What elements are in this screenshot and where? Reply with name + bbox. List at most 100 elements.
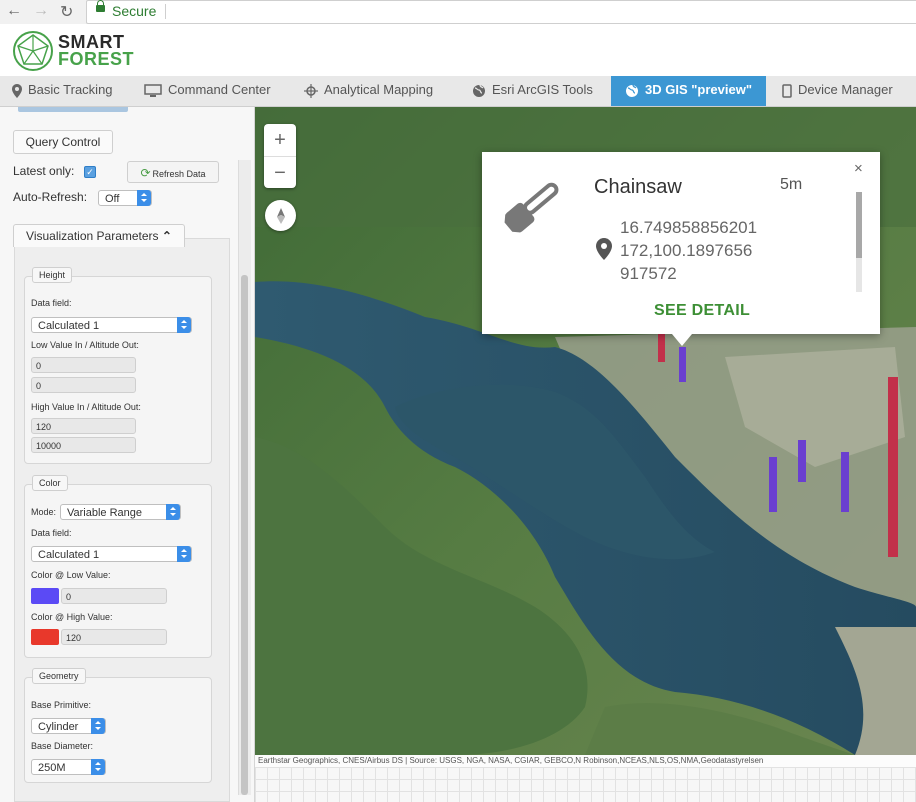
collapsed-panel-tab[interactable] bbox=[18, 107, 128, 112]
color-low-label: Color @ Low Value: bbox=[31, 570, 111, 580]
browser-toolbar: ← → ↻ Secure bbox=[0, 0, 916, 25]
coordinate-line: 172,100.1897656 bbox=[620, 241, 753, 260]
location-pin-icon bbox=[596, 238, 612, 260]
brand-line2: FOREST bbox=[58, 49, 135, 69]
main-tabs: Basic Tracking Command Center Analytical… bbox=[0, 76, 916, 107]
tab-label: Command Center bbox=[168, 82, 271, 97]
height-high-out-input[interactable]: 10000 bbox=[31, 437, 136, 453]
tab-label: Analytical Mapping bbox=[324, 82, 434, 97]
tab-basic-tracking[interactable]: Basic Tracking bbox=[12, 76, 113, 106]
device-popup: Chainsaw 5m × 16.749858856201 172,100.18… bbox=[482, 152, 880, 346]
height-data-field-label: Data field: bbox=[31, 298, 72, 308]
tab-label: Device Manager bbox=[798, 82, 893, 97]
globe-icon bbox=[473, 84, 485, 97]
address-bar[interactable]: Secure bbox=[86, 0, 916, 24]
refresh-icon: ⟳ bbox=[140, 166, 151, 180]
close-icon[interactable]: × bbox=[854, 160, 863, 177]
select-arrow-icon bbox=[137, 190, 151, 206]
data-cylinder[interactable] bbox=[679, 347, 686, 382]
chainsaw-icon bbox=[504, 182, 559, 233]
height-high-label: High Value In / Altitude Out: bbox=[31, 402, 141, 412]
base-primitive-select[interactable]: Cylinder bbox=[31, 718, 106, 734]
forward-icon[interactable]: → bbox=[33, 2, 49, 20]
refresh-data-button[interactable]: ⟳ Refresh Data bbox=[127, 161, 219, 183]
color-mode-label: Mode: bbox=[31, 507, 57, 517]
latest-only-label: Latest only: bbox=[13, 164, 75, 178]
select-arrow-icon bbox=[91, 718, 105, 734]
select-arrow-icon bbox=[177, 317, 191, 333]
tab-label: Basic Tracking bbox=[28, 82, 113, 97]
height-low-out-input[interactable]: 0 bbox=[31, 377, 136, 393]
data-cylinder[interactable] bbox=[888, 377, 898, 557]
tab-analytical-mapping[interactable]: Analytical Mapping bbox=[304, 76, 433, 106]
tab-label: 3D GIS "preview" bbox=[645, 82, 752, 97]
data-cylinder[interactable] bbox=[841, 452, 849, 512]
base-primitive-value: Cylinder bbox=[38, 721, 79, 733]
logo-icon bbox=[13, 31, 53, 71]
zoom-in-button[interactable]: + bbox=[264, 124, 296, 157]
tab-device-manager[interactable]: Device Manager bbox=[782, 76, 893, 106]
data-cylinder[interactable] bbox=[658, 332, 665, 362]
reload-icon[interactable]: ↻ bbox=[60, 2, 73, 22]
chevron-up-icon: ⌃ bbox=[161, 229, 172, 243]
map-pin-icon bbox=[12, 83, 22, 98]
color-mode-value: Variable Range bbox=[67, 507, 143, 519]
color-mode-select[interactable]: Variable Range bbox=[60, 504, 181, 520]
color-high-label: Color @ High Value: bbox=[31, 612, 113, 622]
compass-button[interactable] bbox=[265, 200, 296, 231]
base-diameter-label: Base Diameter: bbox=[31, 741, 94, 751]
popup-scrollbar-thumb[interactable] bbox=[856, 192, 862, 258]
map-attribution: Earthstar Geographics, CNES/Airbus DS | … bbox=[255, 755, 916, 767]
base-diameter-select[interactable]: 250M bbox=[31, 759, 106, 775]
back-icon[interactable]: ← bbox=[6, 2, 22, 20]
tab-command-center[interactable]: Command Center bbox=[144, 76, 271, 106]
data-cylinder[interactable] bbox=[769, 457, 777, 512]
popup-scrollbar[interactable] bbox=[856, 192, 862, 292]
auto-refresh-label: Auto-Refresh: bbox=[13, 190, 88, 204]
height-group-title: Height bbox=[32, 267, 73, 283]
latest-only-checkbox[interactable]: ✓ bbox=[84, 166, 96, 178]
base-diameter-value: 250M bbox=[38, 762, 66, 774]
height-high-in-input[interactable]: 120 bbox=[31, 418, 136, 434]
monitor-icon bbox=[144, 83, 162, 97]
visualization-parameters-header[interactable]: Visualization Parameters ⌃ bbox=[13, 224, 185, 247]
color-data-field-label: Data field: bbox=[31, 528, 72, 538]
zoom-out-button[interactable]: − bbox=[264, 157, 296, 189]
brand-name[interactable]: SMART FOREST bbox=[58, 33, 135, 69]
select-arrow-icon bbox=[177, 546, 191, 562]
tab-3d-gis-preview[interactable]: 3D GIS "preview" bbox=[611, 76, 766, 106]
data-cylinder[interactable] bbox=[798, 440, 806, 482]
tab-label: Esri ArcGIS Tools bbox=[492, 82, 593, 97]
color-data-field-value: Calculated 1 bbox=[38, 549, 100, 561]
coordinate-line: 16.749858856201 bbox=[620, 218, 758, 237]
select-arrow-icon bbox=[91, 759, 105, 775]
see-detail-link[interactable]: SEE DETAIL bbox=[654, 302, 750, 320]
zoom-control: + − bbox=[264, 124, 296, 188]
panel-scrollbar-thumb[interactable] bbox=[241, 275, 248, 795]
visualization-parameters-label: Visualization Parameters bbox=[26, 229, 159, 243]
refresh-data-label: Refresh Data bbox=[152, 169, 206, 179]
height-data-field-value: Calculated 1 bbox=[38, 320, 100, 332]
high-color-swatch[interactable] bbox=[31, 629, 59, 645]
low-color-swatch[interactable] bbox=[31, 588, 59, 604]
popup-coordinates: 16.749858856201 172,100.1897656 917572 bbox=[620, 216, 800, 285]
height-low-label: Low Value In / Altitude Out: bbox=[31, 340, 139, 350]
coordinate-line: 917572 bbox=[620, 264, 677, 283]
auto-refresh-value: Off bbox=[105, 193, 120, 205]
color-data-field-select[interactable]: Calculated 1 bbox=[31, 546, 192, 562]
tab-esri-arcgis-tools[interactable]: Esri ArcGIS Tools bbox=[472, 76, 593, 106]
address-divider bbox=[165, 4, 166, 19]
globe-icon bbox=[626, 84, 638, 97]
color-high-value-input[interactable]: 120 bbox=[61, 629, 167, 645]
geometry-group-title: Geometry bbox=[32, 668, 86, 684]
auto-refresh-select[interactable]: Off bbox=[98, 190, 152, 206]
compass-icon bbox=[276, 208, 285, 225]
app-header bbox=[0, 24, 916, 76]
select-arrow-icon bbox=[166, 504, 180, 520]
query-control-header[interactable]: Query Control bbox=[13, 130, 113, 154]
secure-label: Secure bbox=[112, 3, 157, 19]
color-low-value-input[interactable]: 0 bbox=[61, 588, 167, 604]
height-data-field-select[interactable]: Calculated 1 bbox=[31, 317, 192, 333]
timeline-area bbox=[255, 767, 916, 802]
height-low-in-input[interactable]: 0 bbox=[31, 357, 136, 373]
